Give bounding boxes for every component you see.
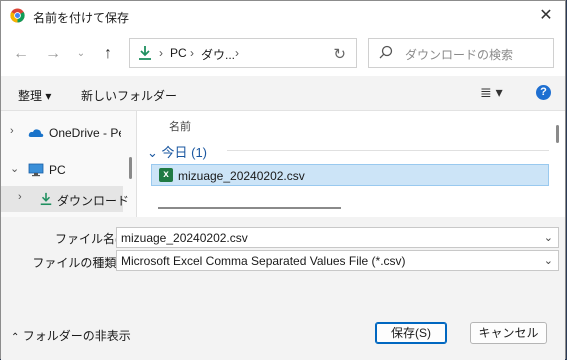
chevron-down-icon[interactable]: ⌄: [10, 162, 19, 175]
sidebar-item-pc[interactable]: ⌄ PC: [1, 157, 123, 183]
search-placeholder: ダウンロードの検索: [405, 48, 514, 62]
breadcrumb-downloads[interactable]: ダウ...: [201, 46, 235, 63]
save-button[interactable]: 保存(S): [375, 322, 447, 344]
download-arrow-icon: [139, 46, 151, 60]
cancel-button[interactable]: キャンセル: [470, 322, 547, 344]
download-arrow-icon: [40, 192, 52, 206]
search-box[interactable]: ダウンロードの検索: [368, 38, 554, 68]
vertical-scrollbar[interactable]: [556, 125, 559, 143]
help-icon[interactable]: ?: [536, 85, 551, 100]
command-bar: 整理 ▾ 新しいフォルダー ≣ ▾ ?: [1, 76, 565, 111]
column-header-name[interactable]: 名前: [169, 118, 191, 134]
chevron-down-icon[interactable]: ⌄: [544, 254, 553, 267]
breadcrumb-pc[interactable]: PC: [170, 46, 187, 60]
group-header-today[interactable]: ⌄ 今日 (1): [147, 142, 207, 161]
sidebar-item-label: OneDrive - Personal: [49, 126, 121, 140]
navigation-pane: › OneDrive - Personal ⌄ PC › ダウンロード: [1, 111, 137, 217]
recent-chevron-icon[interactable]: ⌄: [71, 44, 91, 64]
navigation-bar: ← → ⌄ ↑ › PC › ダウ... › ↻ ダウンロードの検索: [1, 31, 565, 76]
file-list: 名前 ⌄ 今日 (1) x mizuage_20240202.csv: [137, 111, 565, 217]
chevron-right-icon: ›: [159, 46, 163, 60]
back-arrow-icon[interactable]: ←: [11, 44, 31, 64]
up-arrow-icon[interactable]: ↑: [98, 44, 118, 64]
sidebar-item-onedrive[interactable]: › OneDrive - Personal: [1, 120, 123, 146]
save-form: ファイル名(N): mizuage_20240202.csv ⌄ ファイルの種類…: [1, 218, 565, 360]
file-row[interactable]: x mizuage_20240202.csv: [151, 164, 549, 186]
refresh-icon[interactable]: ↻: [333, 45, 346, 63]
sidebar-item-downloads[interactable]: › ダウンロード: [1, 186, 129, 212]
close-icon[interactable]: ✕: [531, 4, 561, 28]
filename-field[interactable]: mizuage_20240202.csv ⌄: [116, 227, 559, 248]
view-options-icon[interactable]: ≣ ▾: [480, 84, 503, 101]
chevron-right-icon[interactable]: ›: [18, 191, 22, 203]
address-bar[interactable]: › PC › ダウ... › ↻: [129, 38, 357, 68]
filetype-select[interactable]: Microsoft Excel Comma Separated Values F…: [116, 250, 559, 271]
chevron-down-icon[interactable]: ⌄: [544, 231, 553, 244]
save-dialog: 名前を付けて保存 ✕ ← → ⌄ ↑ › PC › ダウ... › ↻ ダウンロ…: [0, 0, 566, 360]
organize-menu[interactable]: 整理 ▾: [18, 87, 51, 104]
title-bar: 名前を付けて保存 ✕: [1, 1, 565, 31]
computer-icon: [28, 163, 44, 177]
group-divider: [227, 150, 549, 151]
search-icon: [379, 45, 393, 59]
chevron-right-icon[interactable]: ›: [10, 125, 14, 137]
chrome-icon: [10, 8, 25, 23]
nav-scrollbar[interactable]: [129, 157, 132, 179]
onedrive-cloud-icon: [28, 129, 44, 137]
hide-folders-toggle[interactable]: ⌃ フォルダーの非表示: [11, 327, 131, 344]
file-name: mizuage_20240202.csv: [178, 169, 305, 183]
new-folder-button[interactable]: 新しいフォルダー: [81, 87, 177, 104]
dialog-title: 名前を付けて保存: [33, 11, 130, 25]
sidebar-item-label: ダウンロード: [57, 194, 129, 208]
chevron-right-icon: ›: [190, 46, 194, 60]
filename-value: mizuage_20240202.csv: [121, 231, 248, 245]
group-label: 今日 (1): [161, 145, 208, 160]
filetype-value: Microsoft Excel Comma Separated Values F…: [121, 254, 406, 268]
hide-folders-label: フォルダーの非表示: [22, 329, 131, 343]
forward-arrow-icon[interactable]: →: [43, 44, 63, 64]
chevron-up-icon: ⌃: [11, 332, 20, 343]
horizontal-scrollbar[interactable]: [158, 207, 341, 209]
excel-csv-icon: x: [159, 168, 173, 182]
sidebar-item-label: PC: [49, 163, 66, 177]
chevron-right-icon: ›: [235, 46, 239, 60]
